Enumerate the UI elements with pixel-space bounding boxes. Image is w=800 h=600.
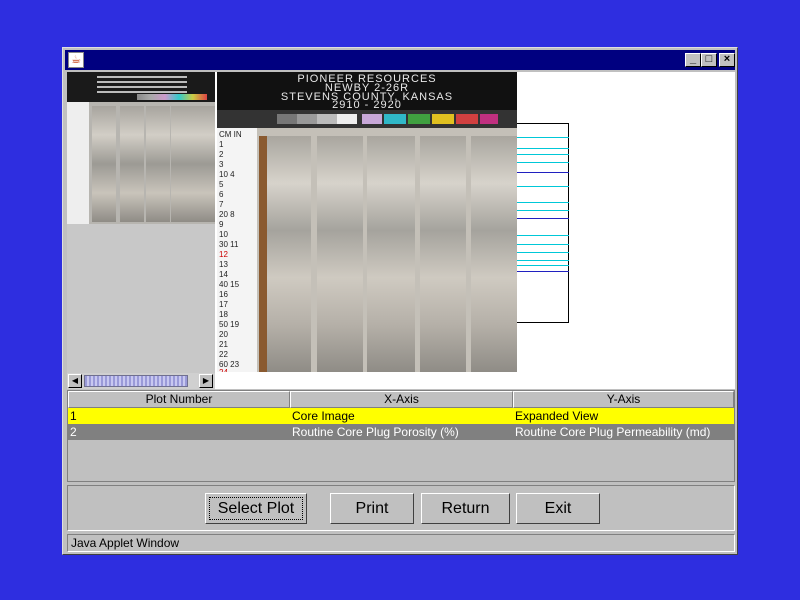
- button-panel: Select Plot Print Return Exit: [67, 485, 735, 531]
- return-button[interactable]: Return: [421, 493, 510, 524]
- image-viewer: ◀ ▶ PIONEER RESOURCES NEWBY 2-26R STEVEN…: [67, 72, 735, 389]
- title-bar[interactable]: ☕ _ □ ×: [65, 50, 735, 70]
- column-header-y-axis[interactable]: Y-Axis: [513, 391, 734, 408]
- thumbnail-core-strip: [92, 106, 116, 222]
- applet-window: ☕ _ □ × ◀ ▶ PIONEER RESOURCES NEWBY 2-26…: [62, 47, 738, 555]
- horizontal-scrollbar[interactable]: ◀ ▶: [67, 373, 215, 389]
- thumbnail-pane: ◀ ▶: [67, 72, 215, 389]
- table-header: Plot Number X-Axis Y-Axis: [68, 391, 734, 408]
- exit-button[interactable]: Exit: [516, 493, 600, 524]
- core-strip: [471, 136, 517, 372]
- thumbnail-ruler: [67, 102, 89, 224]
- core-box-edge: [259, 136, 267, 372]
- java-cup-icon[interactable]: ☕: [68, 52, 84, 68]
- depth-ruler: CM IN 1 2 3 10 4 5 6 7 20 8 9 10 30 11 1…: [217, 128, 257, 372]
- column-header-x-axis[interactable]: X-Axis: [290, 391, 513, 408]
- column-header-plot-number[interactable]: Plot Number: [68, 391, 290, 408]
- core-strip: [317, 136, 363, 372]
- thumbnail-core-strip: [146, 106, 170, 222]
- thumbnail-header: [67, 72, 215, 102]
- cell-plot-number: 1: [70, 409, 77, 423]
- core-strip: [367, 136, 415, 372]
- plot-table: Plot Number X-Axis Y-Axis 1 Core Image E…: [67, 390, 735, 482]
- table-row[interactable]: 1 Core Image Expanded View: [68, 408, 734, 424]
- color-scale-bar: [217, 110, 517, 128]
- table-row[interactable]: 2 Routine Core Plug Porosity (%) Routine…: [68, 424, 734, 440]
- core-strip: [420, 136, 466, 372]
- maximize-button[interactable]: □: [701, 53, 717, 67]
- scrollbar-thumb[interactable]: [84, 375, 188, 387]
- status-bar: Java Applet Window: [67, 534, 735, 552]
- select-plot-button[interactable]: Select Plot: [205, 493, 307, 524]
- cell-x-axis: Core Image: [292, 409, 355, 423]
- core-thumbnail[interactable]: [67, 72, 215, 224]
- expanded-view-plot: [517, 123, 569, 323]
- core-image-header: PIONEER RESOURCES NEWBY 2-26R STEVENS CO…: [217, 72, 517, 111]
- cell-x-axis: Routine Core Plug Porosity (%): [292, 425, 459, 439]
- scroll-right-icon[interactable]: ▶: [199, 374, 213, 388]
- cell-y-axis: Expanded View: [515, 409, 599, 423]
- core-image-expanded: PIONEER RESOURCES NEWBY 2-26R STEVENS CO…: [217, 72, 517, 372]
- cell-y-axis: Routine Core Plug Permeability (md): [515, 425, 711, 439]
- minimize-button[interactable]: _: [685, 53, 701, 67]
- scroll-left-icon[interactable]: ◀: [68, 374, 82, 388]
- print-button[interactable]: Print: [330, 493, 414, 524]
- close-button[interactable]: ×: [719, 53, 735, 67]
- cell-plot-number: 2: [70, 425, 77, 439]
- thumbnail-core-strip: [120, 106, 144, 222]
- thumbnail-core-strip: [195, 106, 215, 222]
- thumbnail-core-strip: [171, 106, 195, 222]
